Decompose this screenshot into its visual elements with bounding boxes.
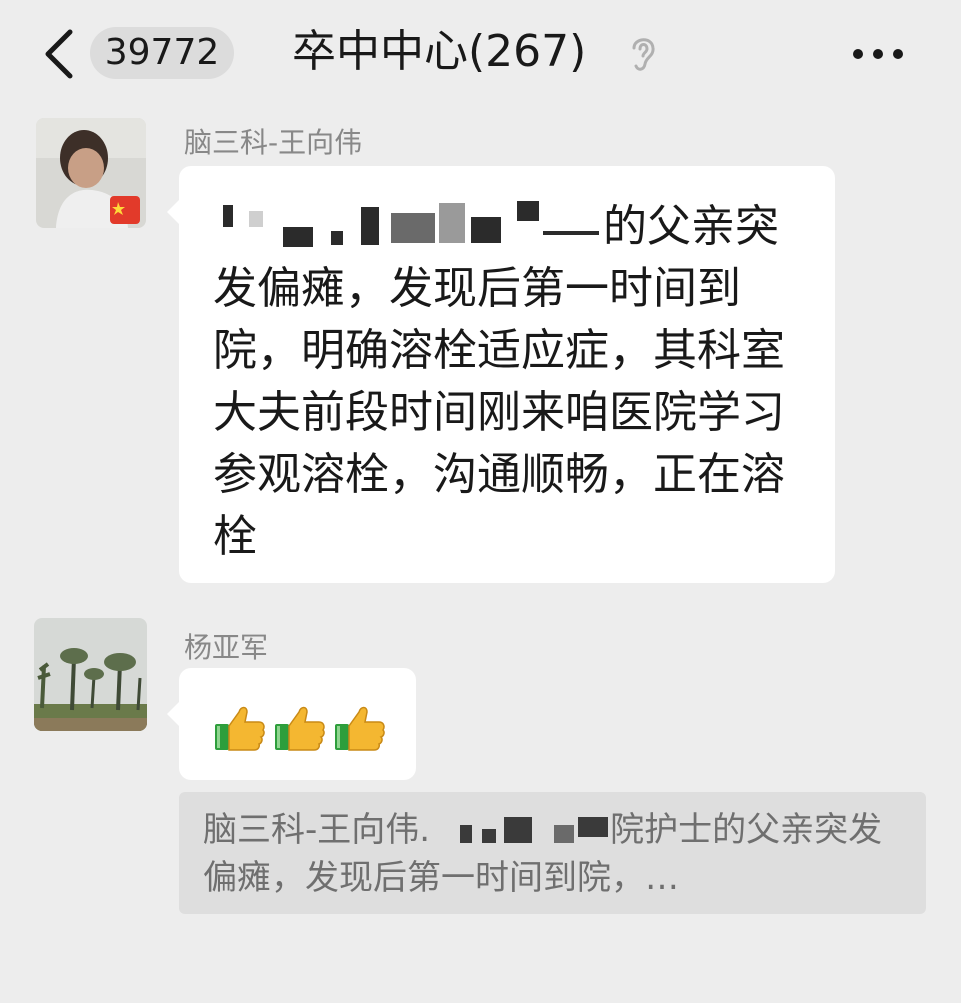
ear-icon — [632, 38, 655, 71]
avatar[interactable] — [34, 618, 147, 731]
message-text: 的父亲突发偏瘫，发现后第一时间到院，明确溶栓适应症，其科室大夫前段时间刚来咱医院… — [213, 196, 807, 568]
chevron-left-icon[interactable] — [40, 28, 80, 80]
sender-name: 杨亚军 — [184, 631, 269, 664]
quoted-sender: 脑三科-王向伟. — [203, 810, 431, 850]
avatar-photo — [34, 618, 147, 731]
message-bubble[interactable]: 的父亲突发偏瘫，发现后第一时间到院，明确溶栓适应症，其科室大夫前段时间刚来咱医院… — [167, 166, 835, 583]
more-dots-icon[interactable] — [848, 44, 908, 64]
thumbs-up-reaction — [213, 700, 387, 756]
unread-count-badge[interactable]: 39772 — [90, 27, 234, 79]
quoted-text: 脑三科-王向伟. 院护士的父亲突发偏瘫，发现后第一时间到院，… — [203, 806, 893, 902]
avatar[interactable] — [36, 118, 146, 228]
redacted-area — [213, 197, 603, 249]
thumbs-up-icon — [275, 706, 325, 751]
sender-name: 脑三科-王向伟 — [184, 126, 363, 159]
message-bubble[interactable] — [167, 668, 416, 780]
quoted-message[interactable]: 脑三科-王向伟. 院护士的父亲突发偏瘫，发现后第一时间到院，… — [179, 792, 926, 914]
avatar-photo — [36, 118, 146, 228]
message-text-content: 的父亲突发偏瘫，发现后第一时间到院，明确溶栓适应症，其科室大夫前段时间刚来咱医院… — [213, 201, 785, 562]
redacted-area — [430, 811, 610, 847]
thumbs-up-icon — [335, 706, 385, 751]
chat-title: 卒中中心(267) — [292, 26, 587, 77]
chat-header: 39772 卒中中心(267) — [0, 0, 961, 108]
thumbs-up-icon — [215, 706, 265, 751]
